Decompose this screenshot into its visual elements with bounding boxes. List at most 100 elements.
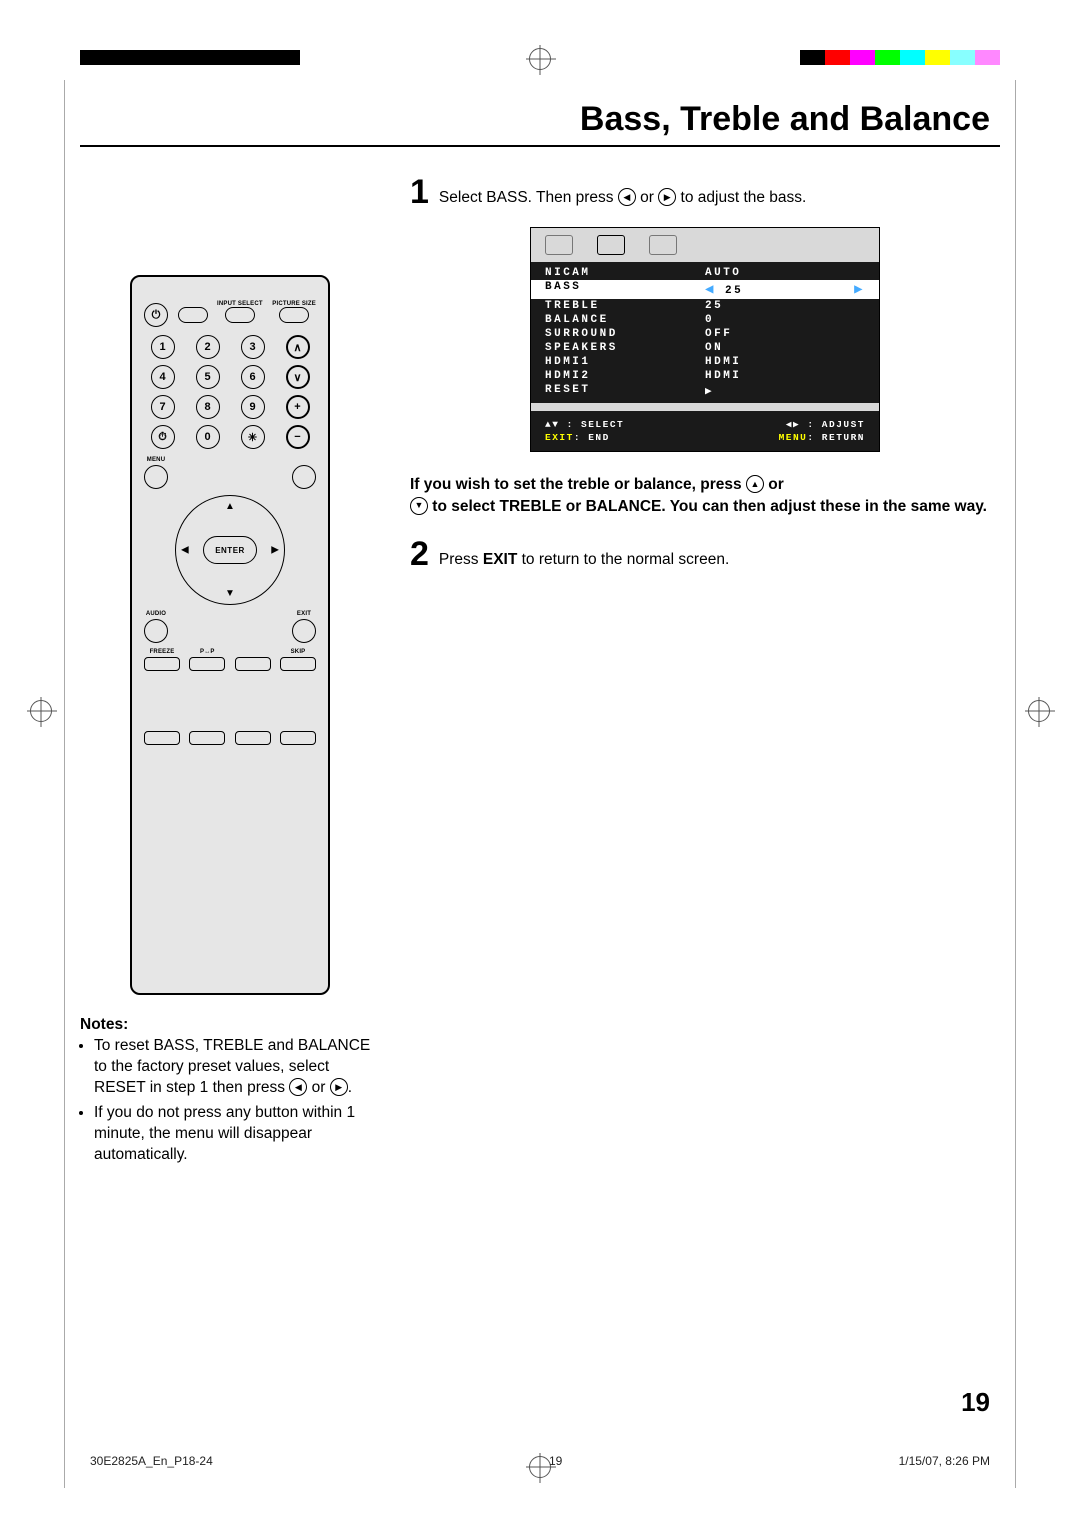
ptp-label: P↔P [200,649,215,655]
osd-footer-exit-key: EXIT [545,432,574,443]
remote-illustration: ⏻ INPUT SELECT PICTURE SIZE 1 2 3 ∧ 4 5 … [130,275,330,995]
num-0: 0 [196,425,220,449]
step-1: 1 Select BASS. Then press ◀ or ▶ to adju… [410,175,1000,209]
color-swatch [900,50,925,65]
color-swatch [975,50,1000,65]
color-swatch [800,50,825,65]
step-1-text-b: to adjust the bass. [676,189,806,206]
crosshair-left [30,700,52,722]
step-1-or: or [636,189,658,206]
osd-row: BALANCE0 [531,313,879,327]
exit-button [292,619,316,643]
skip-label: SKIP [291,649,306,655]
num-2: 2 [196,335,220,359]
audio-label: AUDIO [146,611,166,617]
hint-text: If you wish to set the treble or balance… [410,474,1000,517]
right-nav-icon: ▶ [658,188,676,206]
dpad: ▲ ▼ ◀ ▶ ENTER [175,495,285,605]
num-6: 6 [241,365,265,389]
guide-left [64,80,65,1488]
timer-button: ⏱ [151,425,175,449]
osd-row: TREBLE25 [531,299,879,313]
num-4: 4 [151,365,175,389]
osd-footer-adjust: : ADJUST [807,419,865,430]
osd-row: HDMI2HDMI [531,369,879,383]
left-nav-icon: ◀ [618,188,636,206]
step-number: 2 [410,537,429,571]
guide-right [1015,80,1016,1488]
num-3: 3 [241,335,265,359]
osd-tab-picture-icon [545,235,573,255]
freeze-label: FREEZE [150,649,175,655]
aux2-button [235,657,271,671]
color-swatch [925,50,950,65]
color-btn-2 [189,731,225,745]
osd-tab-audio-icon [597,235,625,255]
dpad-up-icon: ▲ [225,501,235,512]
vol-down: − [286,425,310,449]
input-select-button [225,307,255,323]
color-swatch [850,50,875,65]
vol-up: + [286,395,310,419]
num-1: 1 [151,335,175,359]
color-btn-1 [144,731,180,745]
info-button [178,307,208,323]
num-7: 7 [151,395,175,419]
audio-button [144,619,168,643]
note-item: To reset BASS, TREBLE and BALANCE to the… [94,1036,380,1099]
color-swatch [950,50,975,65]
page-number: 19 [961,1387,990,1418]
picture-size-button [279,307,309,323]
doc-file: 30E2825A_En_P18-24 [90,1454,213,1468]
step-2-bold: EXIT [483,551,517,568]
color-swatch [825,50,850,65]
osd-row: NICAMAUTO [531,266,879,280]
right-nav-icon: ▶ [330,1078,348,1096]
notes-section: Notes: To reset BASS, TREBLE and BALANCE… [80,1015,380,1165]
crosshair-top [529,48,551,70]
osd-screenshot: NICAMAUTOBASS◀ 25 ▶TREBLE25BALANCE0SURRO… [530,227,880,452]
ptp-button [189,657,225,671]
step-2-text-b: to return to the normal screen. [517,551,729,568]
note-item: If you do not press any button within 1 … [94,1103,380,1166]
page-content: Bass, Treble and Balance ⏻ INPUT SELECT … [80,100,1000,1428]
color-btn-4 [280,731,316,745]
dpad-right-icon: ▶ [271,545,279,556]
enter-button: ENTER [203,536,257,564]
step-1-text-a: Select BASS. Then press [439,189,618,206]
osd-row: HDMI1HDMI [531,355,879,369]
dpad-down-icon: ▼ [225,588,235,599]
step-2-text-a: Press [439,551,483,568]
page-title: Bass, Treble and Balance [80,100,1000,147]
num-5: 5 [196,365,220,389]
osd-tab-setup-icon [649,235,677,255]
prog-up: ∧ [286,335,310,359]
osd-footer-select: : SELECT [567,419,625,430]
doc-footer: 30E2825A_En_P18-24 19 1/15/07, 8:26 PM [90,1454,990,1468]
doc-page: 19 [549,1454,562,1468]
menu-button [144,465,168,489]
osd-footer-menu-val: : RETURN [807,432,865,443]
osd-footer-menu-key: MENU [779,432,808,443]
num-8: 8 [196,395,220,419]
prog-down: ∨ [286,365,310,389]
skip-button [280,657,316,671]
color-swatch [875,50,900,65]
down-nav-icon: ▼ [410,497,428,515]
crosshair-right [1028,700,1050,722]
freeze-button [144,657,180,671]
notes-heading: Notes: [80,1016,128,1033]
reg-mark-right [800,50,1000,65]
osd-footer: ▲▼ : SELECT ◀▶ : ADJUST EXIT: END MENU: … [531,403,879,451]
osd-row: SURROUNDOFF [531,327,879,341]
step-number: 1 [410,175,429,209]
power-icon: ⏻ [144,303,168,327]
osd-row: SPEAKERSON [531,341,879,355]
doc-date: 1/15/07, 8:26 PM [899,1454,990,1468]
num-9: 9 [241,395,265,419]
color-btn-3 [235,731,271,745]
osd-footer-exit-val: : END [574,432,610,443]
left-nav-icon: ◀ [289,1078,307,1096]
exit-label: EXIT [297,611,311,617]
osd-row: RESET▶ [531,383,879,399]
